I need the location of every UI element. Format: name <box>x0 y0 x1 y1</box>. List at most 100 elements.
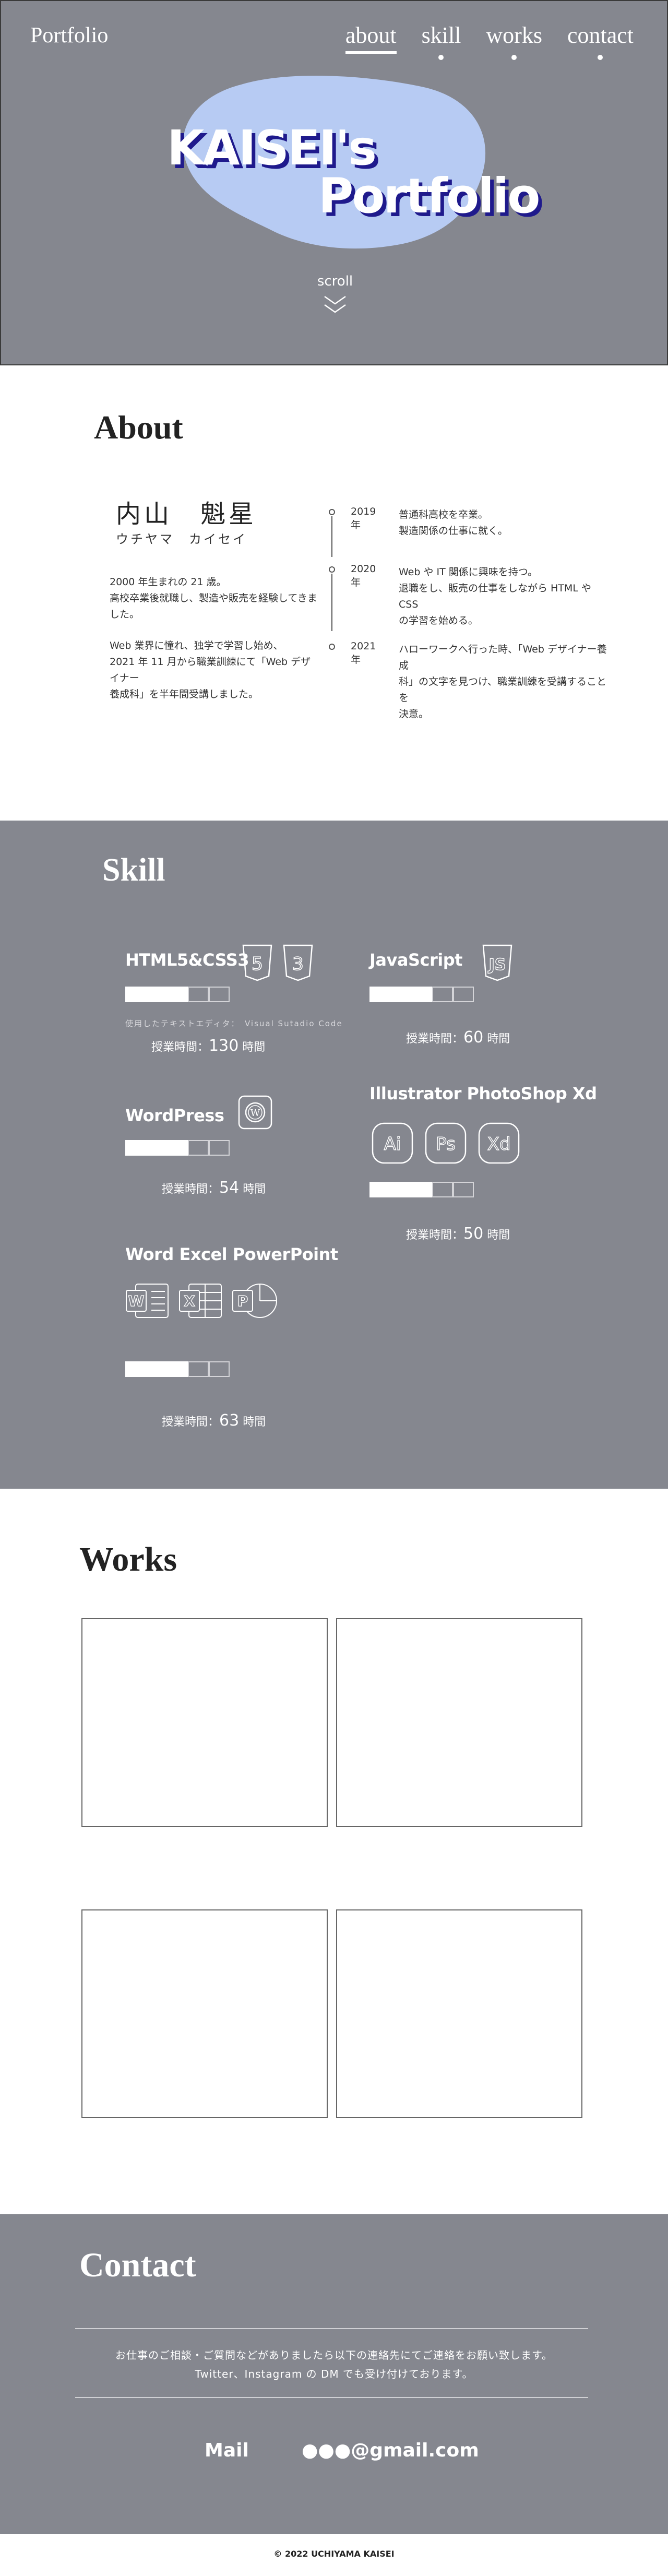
skill-title: Skill <box>102 852 165 888</box>
skill-level-filled <box>167 1140 188 1156</box>
powerpoint-icon: P <box>232 1284 277 1318</box>
skill-level-filled <box>146 1361 167 1377</box>
nav-dot-indicator <box>511 55 517 60</box>
skill-level-filled <box>411 1182 432 1197</box>
contact-divider <box>75 2328 588 2329</box>
skill-level-filled <box>146 987 167 1002</box>
work-card[interactable] <box>336 1909 582 2118</box>
hours-suffix: 時間 <box>483 1229 510 1242</box>
excel-icon-label: X <box>184 1292 195 1310</box>
main-nav: about skill works contact <box>345 22 634 60</box>
hero-title-line2: Portfolio <box>318 168 540 224</box>
timeline-line-text: ハローワークへ行った時、「Web デザイナー養成 <box>399 644 607 671</box>
mail-address-link[interactable]: ●●●@gmail.com <box>302 2440 479 2461</box>
skill-level-empty <box>453 987 474 1002</box>
nav-dot-indicator <box>598 55 603 60</box>
skill-level-empty <box>188 987 209 1002</box>
skill-level-empty <box>432 987 453 1002</box>
contact-message: お仕事のご相談・ご質問などがありましたら以下の連絡先にてご連絡をお願い致します。 <box>115 2349 553 2361</box>
contact-divider <box>75 2397 588 2398</box>
about-line: 2021 年 11 月から職業訓練にて「Web デザイナー <box>110 656 311 684</box>
timeline-dot <box>329 644 335 650</box>
skill-level-filled <box>125 1361 146 1377</box>
skill-editor-note: 使用したテキストエディタ： Visual Sutadio Code <box>125 1019 343 1028</box>
profile-name: 内山 魁星 <box>116 501 257 528</box>
svg-text:5: 5 <box>252 954 263 975</box>
xd-icon: Xd <box>478 1122 520 1164</box>
skill-level-filled <box>125 1140 146 1156</box>
timeline-line-text: 科」の文字を見つけ、職業訓練を受講することを <box>399 676 607 704</box>
about-line: 養成科」を半年間受講しました。 <box>110 688 259 700</box>
hours-prefix: 授業時間： <box>162 1416 220 1429</box>
skill-section: Skill HTML5&CSS3 5 3 使用したテキストエディタ： Visua… <box>0 821 668 1489</box>
timeline-text: 普通科高校を卒業。 製造関係の仕事に就く。 <box>399 507 607 539</box>
timeline-year: 2019 年 <box>351 506 376 531</box>
contact-message: Twitter、Instagram の DM でも受け付けております。 <box>195 2368 473 2380</box>
nav-about[interactable]: about <box>345 22 397 54</box>
skill-level-filled <box>146 1140 167 1156</box>
hours-value: 50 <box>463 1225 484 1243</box>
nav-contact[interactable]: contact <box>567 22 634 60</box>
nav-works-label: works <box>486 22 542 48</box>
work-card[interactable] <box>81 1909 328 2118</box>
timeline-year: 2020 年 <box>351 563 376 588</box>
timeline-line <box>331 574 332 631</box>
skill-hours: 授業時間：50 時間 <box>406 1225 510 1243</box>
skill-level-filled <box>390 987 411 1002</box>
skill-name: WordPress <box>125 1106 224 1125</box>
skill-name: HTML5&CSS3 <box>125 950 249 970</box>
skill-level-empty <box>188 1140 209 1156</box>
skill-level-bar <box>369 987 474 1002</box>
skill-hours: 授業時間：60 時間 <box>406 1028 510 1047</box>
work-card[interactable] <box>336 1618 582 1827</box>
site-logo[interactable]: Portfolio <box>30 23 108 48</box>
about-line: 2000 年生まれの 21 歳。 <box>110 576 226 588</box>
timeline-line-text: 退職をし、販売の仕事をしながら HTML や CSS <box>399 583 591 610</box>
wordpress-icon: W <box>238 1095 272 1130</box>
nav-skill[interactable]: skill <box>422 22 461 60</box>
illustrator-icon-label: Ai <box>384 1134 401 1155</box>
css3-icon: 3 <box>283 944 313 981</box>
skill-level-filled <box>125 987 146 1002</box>
skill-hours: 授業時間：130 時間 <box>151 1037 265 1055</box>
svg-text:W: W <box>250 1108 260 1119</box>
nav-works[interactable]: works <box>486 22 542 60</box>
hours-prefix: 授業時間： <box>406 1032 464 1046</box>
works-title: Works <box>79 1540 177 1578</box>
scroll-label[interactable]: scroll <box>1 274 668 289</box>
skill-level-filled <box>369 987 390 1002</box>
contact-section: Contact お仕事のご相談・ご質問などがありましたら以下の連絡先にてご連絡を… <box>0 2214 668 2576</box>
nav-about-label: about <box>345 22 397 48</box>
double-chevron-down-icon[interactable] <box>324 294 347 315</box>
skill-level-bar <box>125 1140 230 1156</box>
hours-suffix: 時間 <box>239 1183 266 1196</box>
about-paragraph: 2000 年生まれの 21 歳。 高校卒業後就職し、製造や販売を経験してきま し… <box>110 574 318 623</box>
copyright-text: © 2022 UCHIYAMA KAISEI <box>273 2549 395 2559</box>
illustrator-icon: Ai <box>372 1122 413 1164</box>
svg-text:JS: JS <box>488 956 506 974</box>
skill-level-filled <box>390 1182 411 1197</box>
nav-contact-label: contact <box>567 22 634 48</box>
word-icon: W <box>126 1284 169 1318</box>
skill-level-bar <box>125 1361 230 1377</box>
skill-level-filled <box>167 1361 188 1377</box>
javascript-icon: JS <box>482 944 512 981</box>
hours-prefix: 授業時間： <box>162 1183 220 1196</box>
powerpoint-icon-label: P <box>237 1292 248 1310</box>
hours-value: 130 <box>209 1037 239 1055</box>
timeline-line <box>331 516 332 557</box>
timeline-dot <box>329 509 335 515</box>
excel-icon: X <box>179 1284 222 1318</box>
nav-active-underline <box>345 51 397 54</box>
svg-text:3: 3 <box>292 954 304 975</box>
contact-title: Contact <box>79 2246 196 2284</box>
timeline-text: ハローワークへ行った時、「Web デザイナー養成 科」の文字を見つけ、職業訓練を… <box>399 642 607 722</box>
hours-prefix: 授業時間： <box>151 1041 209 1054</box>
work-card[interactable] <box>81 1618 328 1827</box>
timeline-line-text: 普通科高校を卒業。 <box>399 509 488 520</box>
html5-icon: 5 <box>242 944 272 981</box>
timeline-text: Web や IT 関係に興味を持つ。 退職をし、販売の仕事をしながら HTML … <box>399 564 607 629</box>
skill-name: Word Excel PowerPoint <box>125 1244 338 1264</box>
skill-name: Illustrator PhotoShop Xd <box>369 1084 597 1103</box>
skill-level-filled <box>369 1182 390 1197</box>
